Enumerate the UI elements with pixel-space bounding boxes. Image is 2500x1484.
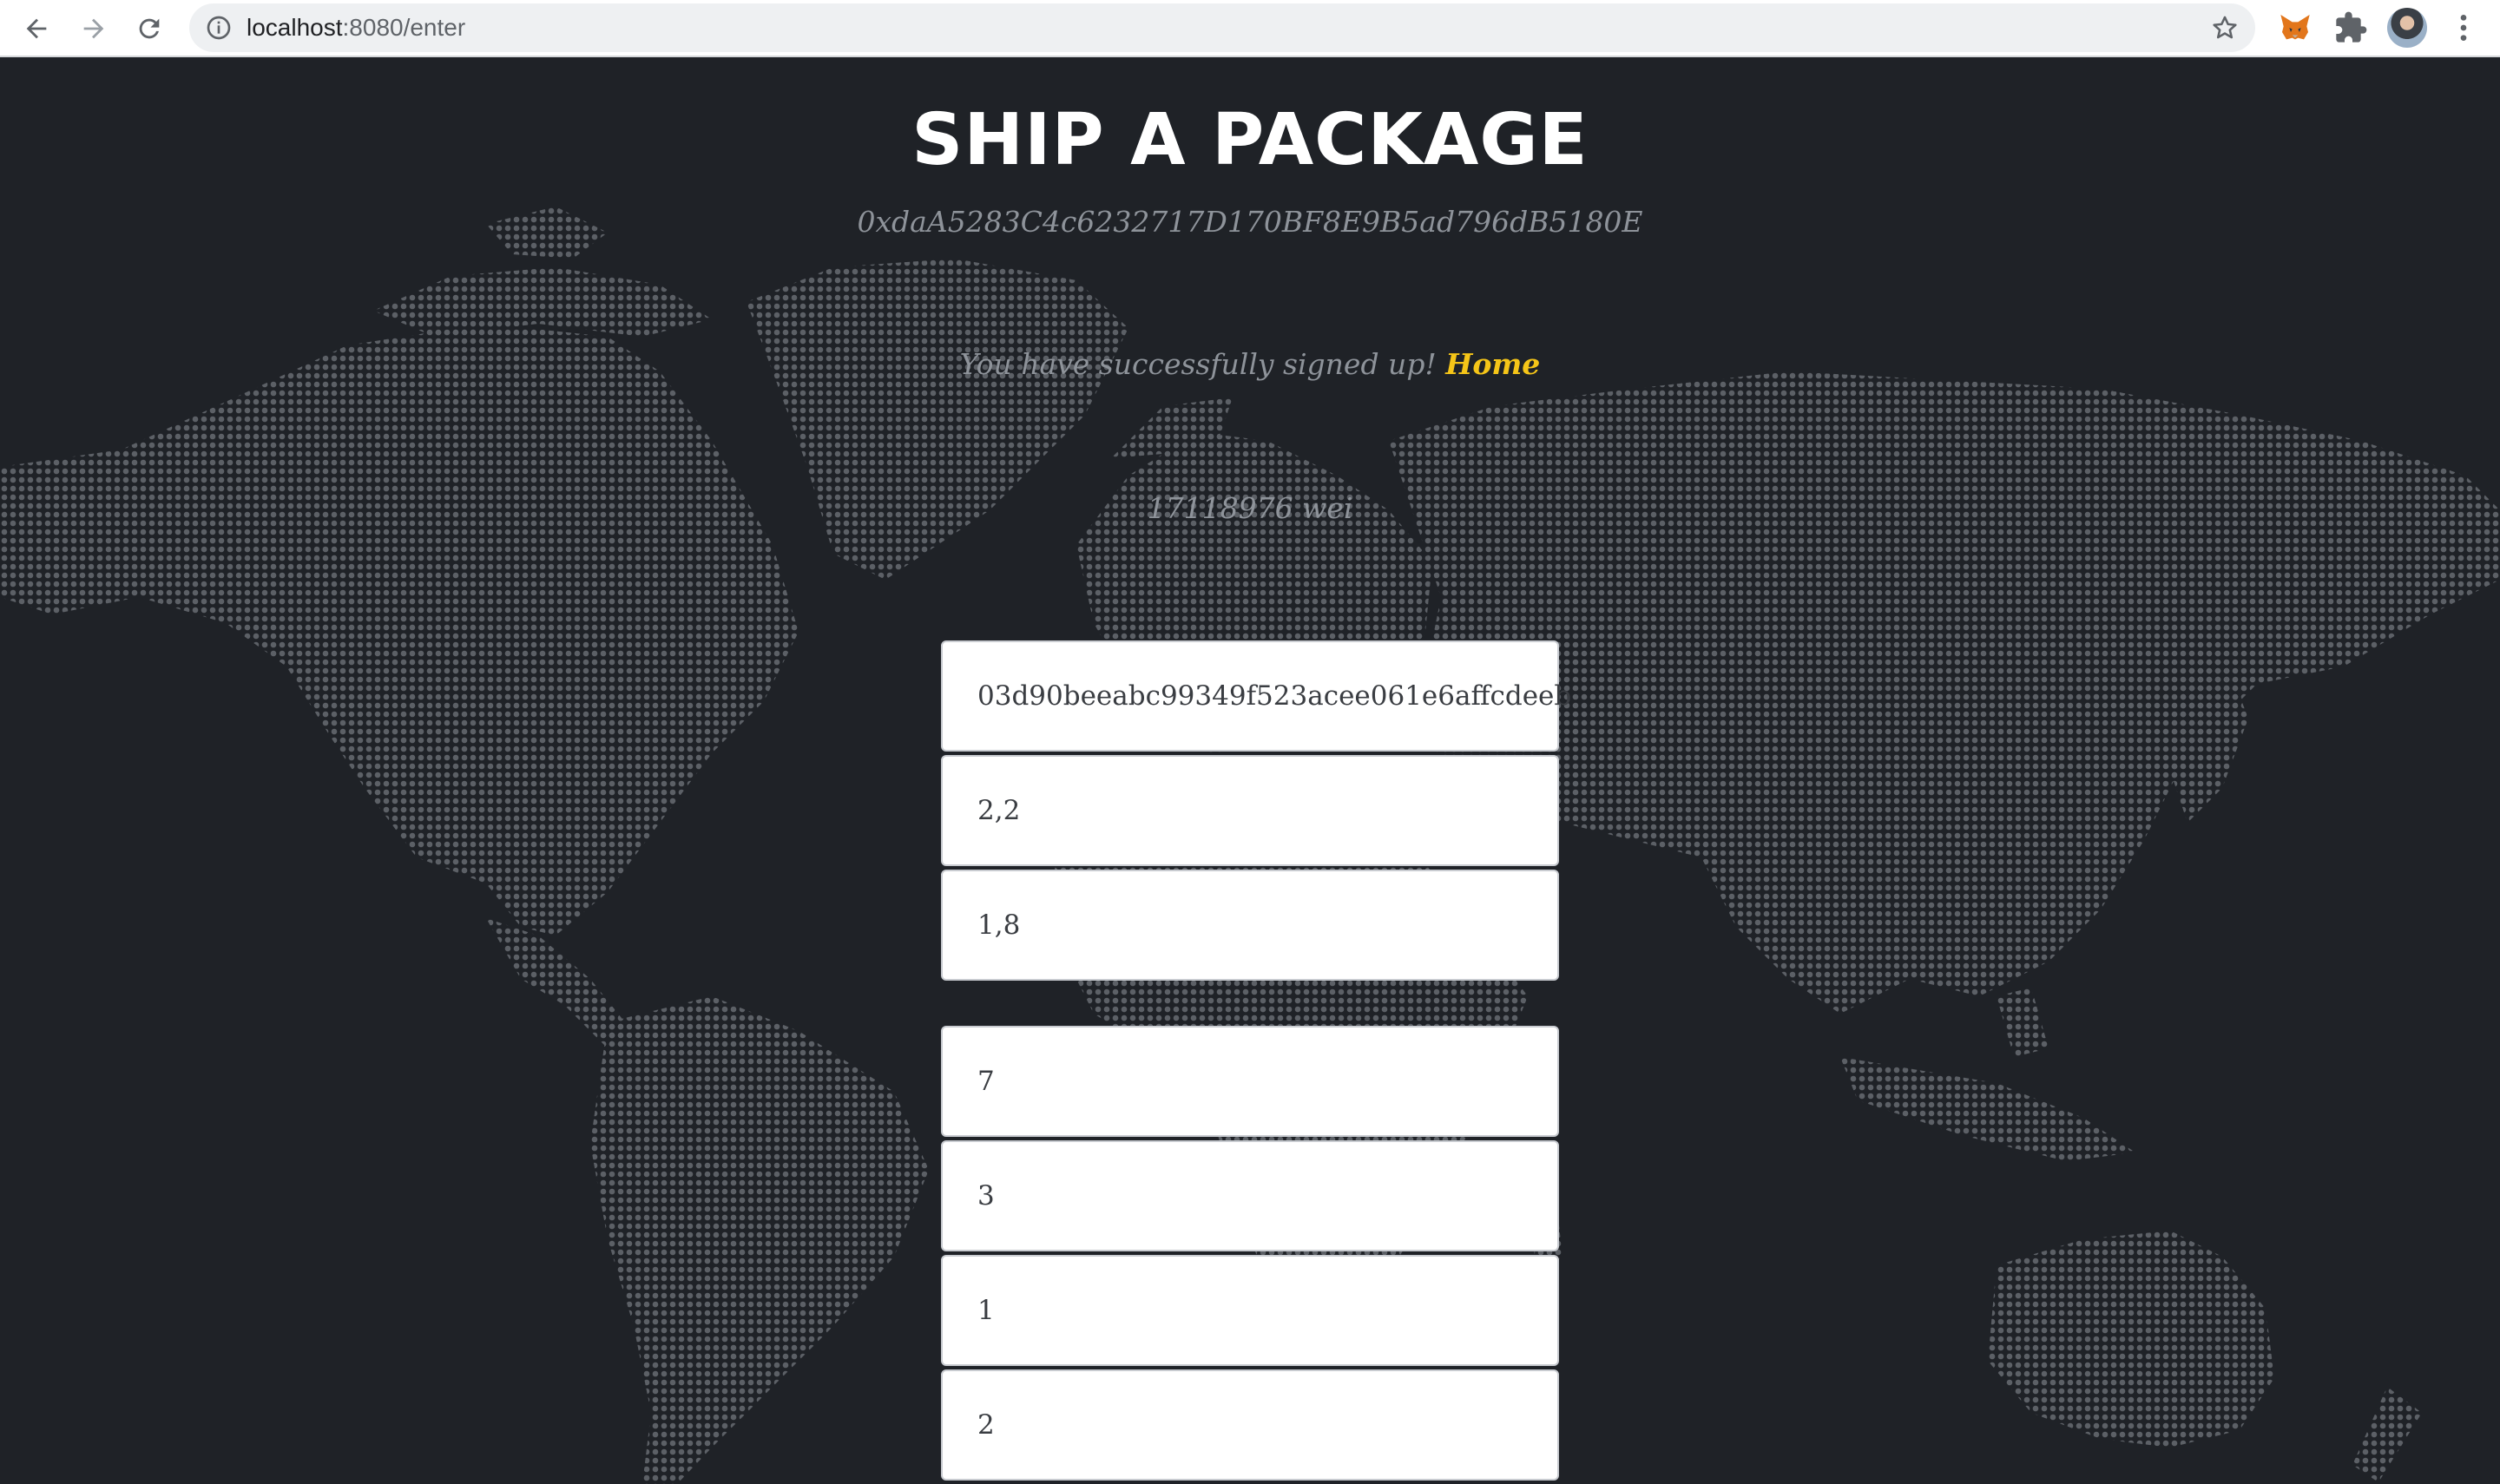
dimension-field[interactable]: 7 [941, 1026, 1559, 1137]
destination-coordinates-field[interactable]: 1,8 [941, 870, 1559, 981]
page-content: SHIP A PACKAGE 0xdaA5283C4c6232717D170BF… [0, 59, 2500, 1484]
page-title: SHIP A PACKAGE [911, 99, 1589, 181]
address-bar[interactable]: localhost:8080/enter [189, 3, 2255, 52]
browser-toolbar: localhost:8080/enter [0, 0, 2500, 57]
balance-text: 17118976 wei [1147, 491, 1353, 525]
kebab-menu-icon[interactable] [2446, 10, 2481, 45]
dimension-field[interactable]: 3 [941, 1140, 1559, 1251]
arrow-left-icon [26, 18, 47, 39]
url-text[interactable]: localhost:8080/enter [247, 14, 465, 42]
account-address: 0xdaA5283C4c6232717D170BF8E9B5ad796dB518… [857, 205, 1643, 239]
signup-message-text: You have successfully signed up! [959, 347, 1437, 381]
home-link[interactable]: Home [1445, 347, 1540, 381]
back-button[interactable] [17, 10, 56, 48]
metamask-fox-icon[interactable] [2278, 10, 2312, 45]
origin-coordinates-field[interactable]: 2,2 [941, 755, 1559, 866]
star-icon[interactable] [2210, 13, 2240, 43]
signup-message: You have successfully signed up! Home [0, 347, 2500, 381]
dimension-field[interactable]: 2 [941, 1369, 1559, 1481]
arrow-right-icon [83, 18, 104, 39]
dimension-field[interactable]: 1 [941, 1255, 1559, 1366]
forward-button[interactable] [75, 10, 113, 48]
package-id-field[interactable]: 03d90beeabc99349f523acee061e6affcdeeb [941, 640, 1571, 752]
profile-avatar[interactable] [2387, 8, 2427, 48]
url-path: :8080/enter [342, 14, 466, 41]
info-icon[interactable] [205, 14, 233, 42]
puzzle-icon[interactable] [2333, 10, 2368, 45]
url-host: localhost [247, 14, 343, 41]
reload-icon [139, 18, 160, 39]
reload-button[interactable] [130, 10, 168, 48]
